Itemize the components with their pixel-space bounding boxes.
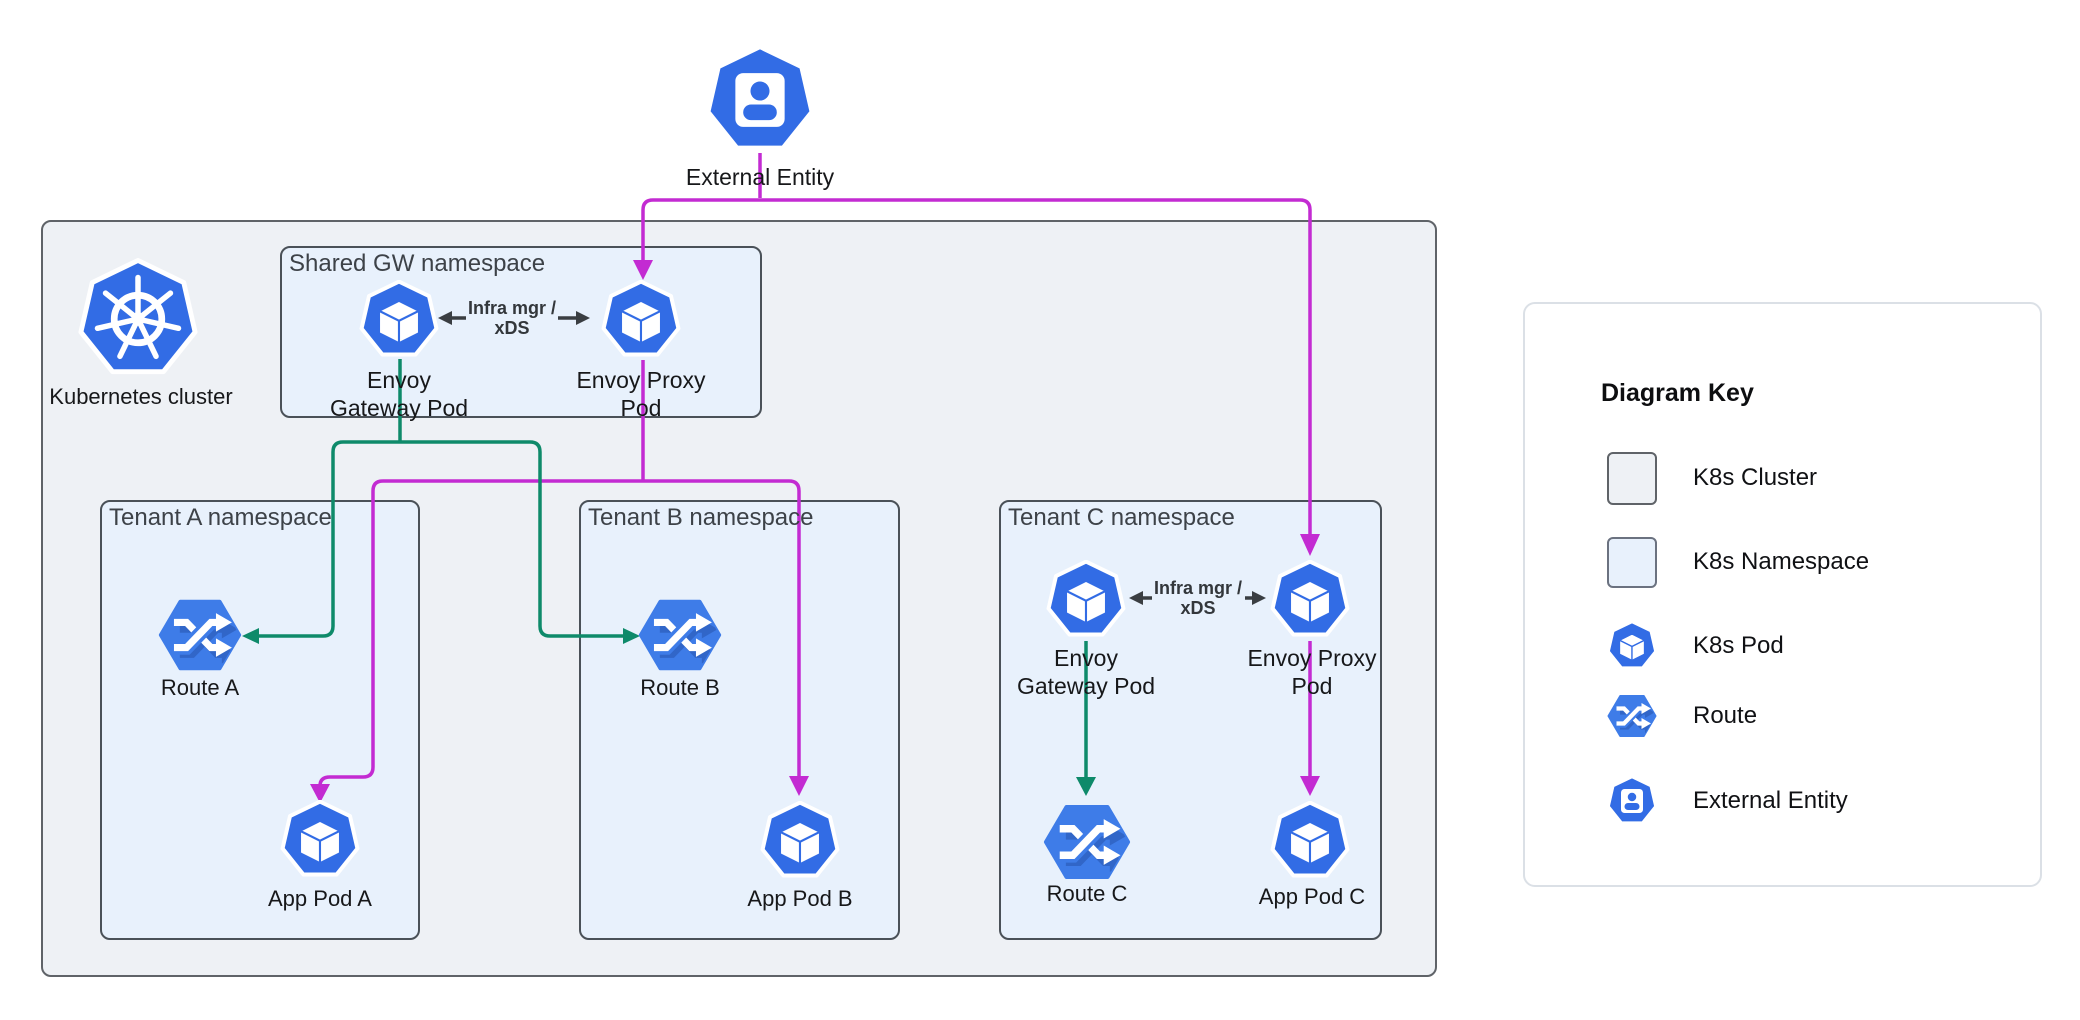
key-pod-icon bbox=[1607, 621, 1657, 671]
route-a-icon bbox=[158, 593, 242, 677]
tenantc-envoy-gateway-pod-label: Envoy Gateway Pod bbox=[1017, 645, 1155, 700]
tenant-b-namespace-box bbox=[579, 500, 900, 940]
key-route-icon bbox=[1607, 691, 1657, 741]
route-b-icon bbox=[638, 593, 722, 677]
key-namespace-label: K8s Namespace bbox=[1693, 548, 1869, 576]
route-a-label: Route A bbox=[161, 675, 239, 701]
diagram-key-title: Diagram Key bbox=[1601, 379, 1754, 408]
key-external-entity-icon bbox=[1607, 776, 1657, 826]
route-b-label: Route B bbox=[640, 675, 720, 701]
key-cluster-label: K8s Cluster bbox=[1693, 464, 1817, 492]
shared-infra-xds-label: Infra mgr / xDS bbox=[468, 299, 556, 339]
route-c-icon bbox=[1043, 798, 1131, 886]
app-pod-c-icon bbox=[1270, 801, 1350, 881]
app-pod-c-label: App Pod C bbox=[1259, 884, 1365, 910]
app-pod-b-icon bbox=[760, 801, 840, 881]
app-pod-a-label: App Pod A bbox=[268, 886, 372, 912]
shared-envoy-gateway-pod-label: Envoy Gateway Pod bbox=[330, 367, 468, 422]
app-pod-b-label: App Pod B bbox=[747, 886, 852, 912]
diagram-canvas: External Entity Kubernetes cluster Share… bbox=[0, 0, 2080, 1020]
external-entity-label: External Entity bbox=[686, 164, 834, 192]
shared-envoy-proxy-pod-label: Envoy Proxy Pod bbox=[576, 367, 705, 422]
tenant-a-namespace-box bbox=[100, 500, 420, 940]
tenant-a-namespace-title: Tenant A namespace bbox=[109, 504, 332, 532]
key-pod-label: K8s Pod bbox=[1693, 632, 1784, 660]
app-pod-a-icon bbox=[280, 800, 360, 880]
tenantc-infra-xds-label: Infra mgr / xDS bbox=[1154, 579, 1242, 619]
route-c-label: Route C bbox=[1047, 881, 1128, 907]
kubernetes-cluster-label: Kubernetes cluster bbox=[49, 384, 232, 410]
shared-envoy-proxy-pod-icon bbox=[601, 280, 681, 360]
tenant-c-namespace-title: Tenant C namespace bbox=[1008, 504, 1235, 532]
shared-envoy-gateway-pod-icon bbox=[359, 280, 439, 360]
key-cluster-swatch bbox=[1607, 452, 1657, 505]
shared-gw-namespace-title: Shared GW namespace bbox=[289, 250, 545, 278]
kubernetes-cluster-icon bbox=[77, 258, 199, 380]
key-route-label: Route bbox=[1693, 702, 1757, 730]
external-entity-icon bbox=[704, 44, 816, 156]
tenantc-envoy-gateway-pod-icon bbox=[1046, 560, 1126, 640]
key-namespace-swatch bbox=[1607, 537, 1657, 588]
key-external-entity-label: External Entity bbox=[1693, 787, 1848, 815]
tenantc-envoy-proxy-pod-icon bbox=[1270, 560, 1350, 640]
tenant-b-namespace-title: Tenant B namespace bbox=[588, 504, 813, 532]
tenantc-envoy-proxy-pod-label: Envoy Proxy Pod bbox=[1247, 645, 1376, 700]
